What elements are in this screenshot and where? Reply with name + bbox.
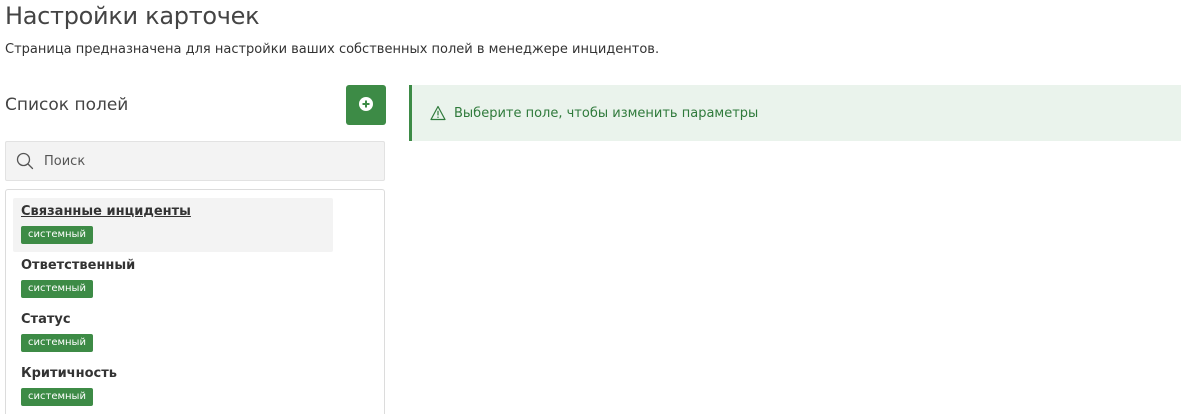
field-name: Ответственный bbox=[21, 258, 136, 273]
search-box bbox=[5, 141, 385, 181]
fields-list: Связанные инциденты системный Ответствен… bbox=[5, 189, 385, 414]
search-input[interactable] bbox=[44, 153, 344, 169]
alert-text: Выберите поле, чтобы изменить параметры bbox=[454, 105, 759, 121]
warning-triangle-icon bbox=[430, 105, 446, 121]
card-settings-page: Настройки карточек Страница предназначен… bbox=[0, 0, 1197, 414]
page-title: Настройки карточек bbox=[5, 2, 260, 30]
page-subtitle: Страница предназначена для настройки ваш… bbox=[5, 42, 660, 57]
system-badge: системный bbox=[21, 280, 93, 298]
system-badge: системный bbox=[21, 226, 93, 244]
field-item-criticality[interactable]: Критичность системный bbox=[13, 360, 333, 414]
field-name: Статус bbox=[21, 312, 71, 327]
field-name: Критичность bbox=[21, 366, 117, 381]
fields-list-title: Список полей bbox=[5, 95, 129, 115]
system-badge: системный bbox=[21, 388, 93, 406]
field-item-status[interactable]: Статус системный bbox=[13, 306, 333, 360]
field-item-responsible[interactable]: Ответственный системный bbox=[13, 252, 333, 306]
select-field-alert: Выберите поле, чтобы изменить параметры bbox=[409, 85, 1181, 141]
field-name: Связанные инциденты bbox=[21, 204, 191, 219]
plus-circle-icon bbox=[359, 96, 373, 114]
search-icon bbox=[16, 152, 34, 170]
field-item-related-incidents[interactable]: Связанные инциденты системный bbox=[13, 198, 333, 252]
system-badge: системный bbox=[21, 334, 93, 352]
add-field-button[interactable] bbox=[346, 85, 386, 125]
